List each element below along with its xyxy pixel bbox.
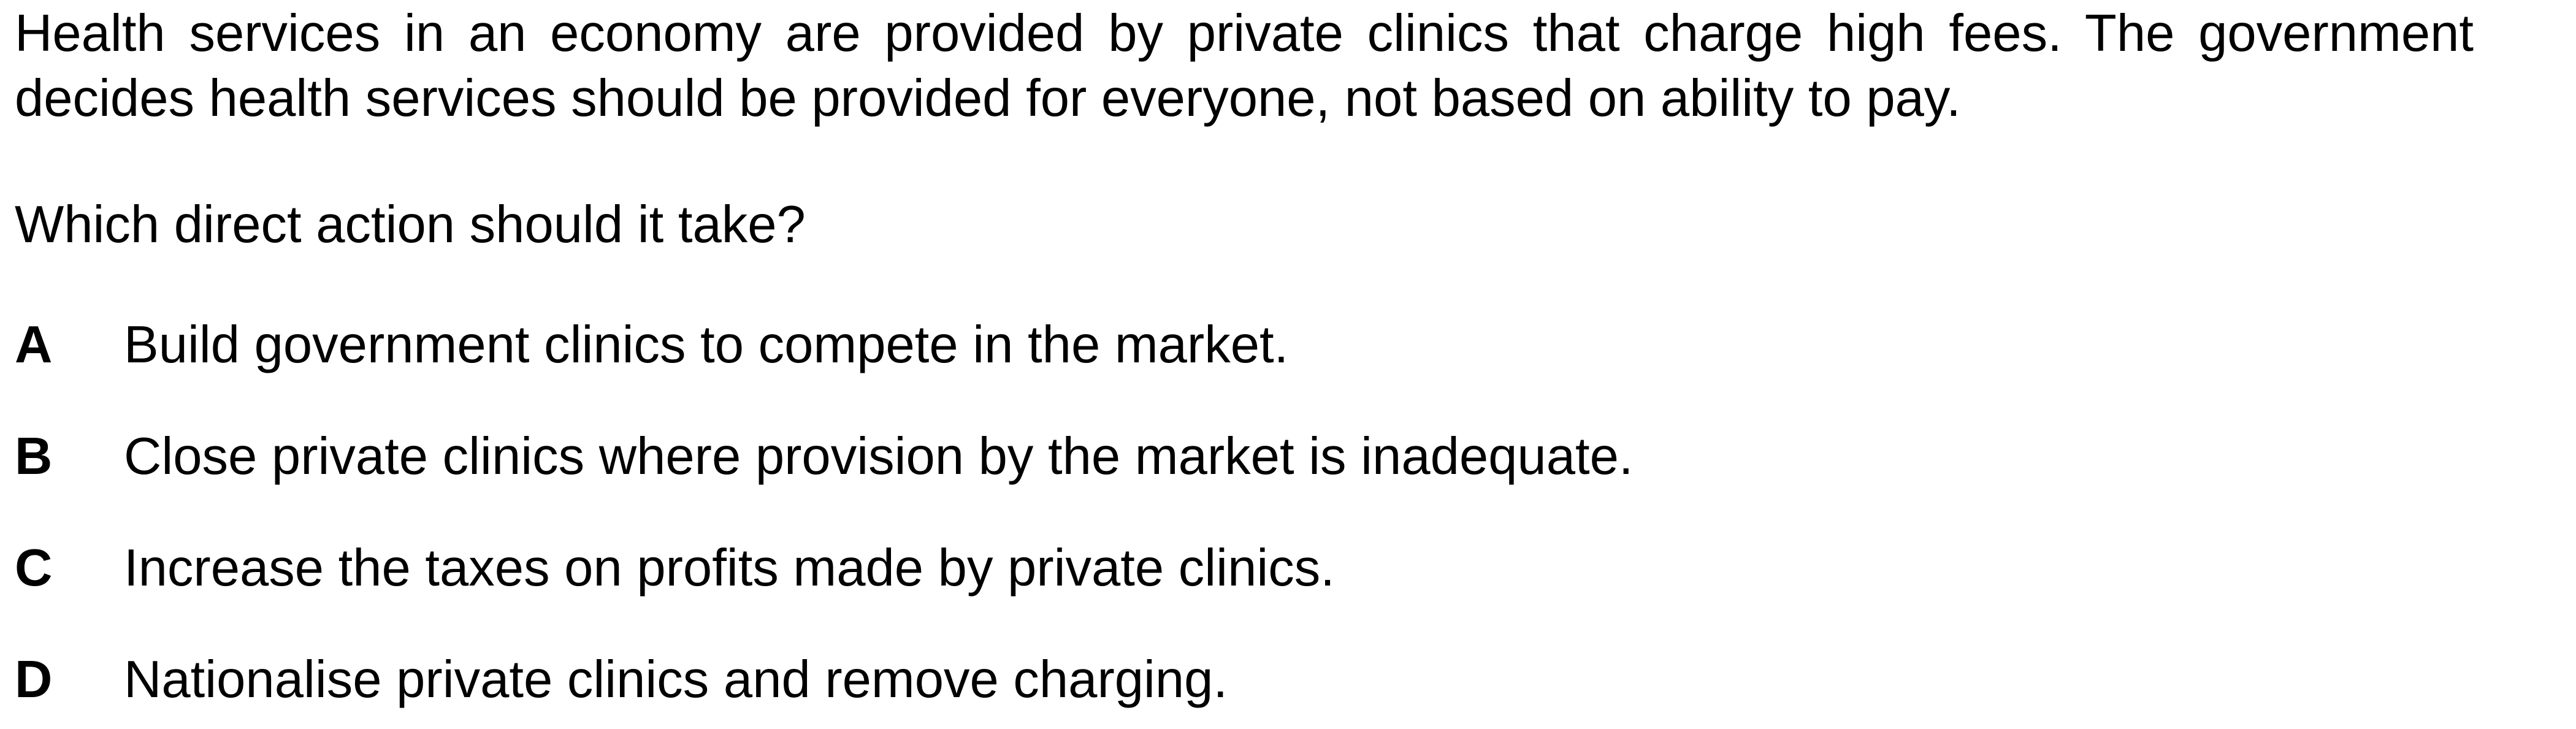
option-text: Build government clinics to compete in t… [124,316,1289,374]
option-text: Increase the taxes on profits made by pr… [124,539,1335,597]
option-letter: D [15,651,53,709]
option-a[interactable]: A Build government clinics to compete in… [15,313,1288,378]
option-c[interactable]: C Increase the taxes on profits made by … [15,536,1335,601]
question-prompt: Which direct action should it take? [15,196,806,254]
option-letter: B [15,427,53,486]
option-letter: A [15,316,53,374]
option-text: Nationalise private clinics and remove c… [124,651,1228,709]
option-letter: C [15,539,53,597]
option-text: Close private clinics where provision by… [124,427,1634,486]
option-b[interactable]: B Close private clinics where provision … [15,424,1633,489]
question-stem: Health services in an economy are provid… [15,4,2474,128]
question-block: Health services in an economy are provid… [15,0,2474,709]
option-d[interactable]: D Nationalise private clinics and remove… [15,647,1228,712]
